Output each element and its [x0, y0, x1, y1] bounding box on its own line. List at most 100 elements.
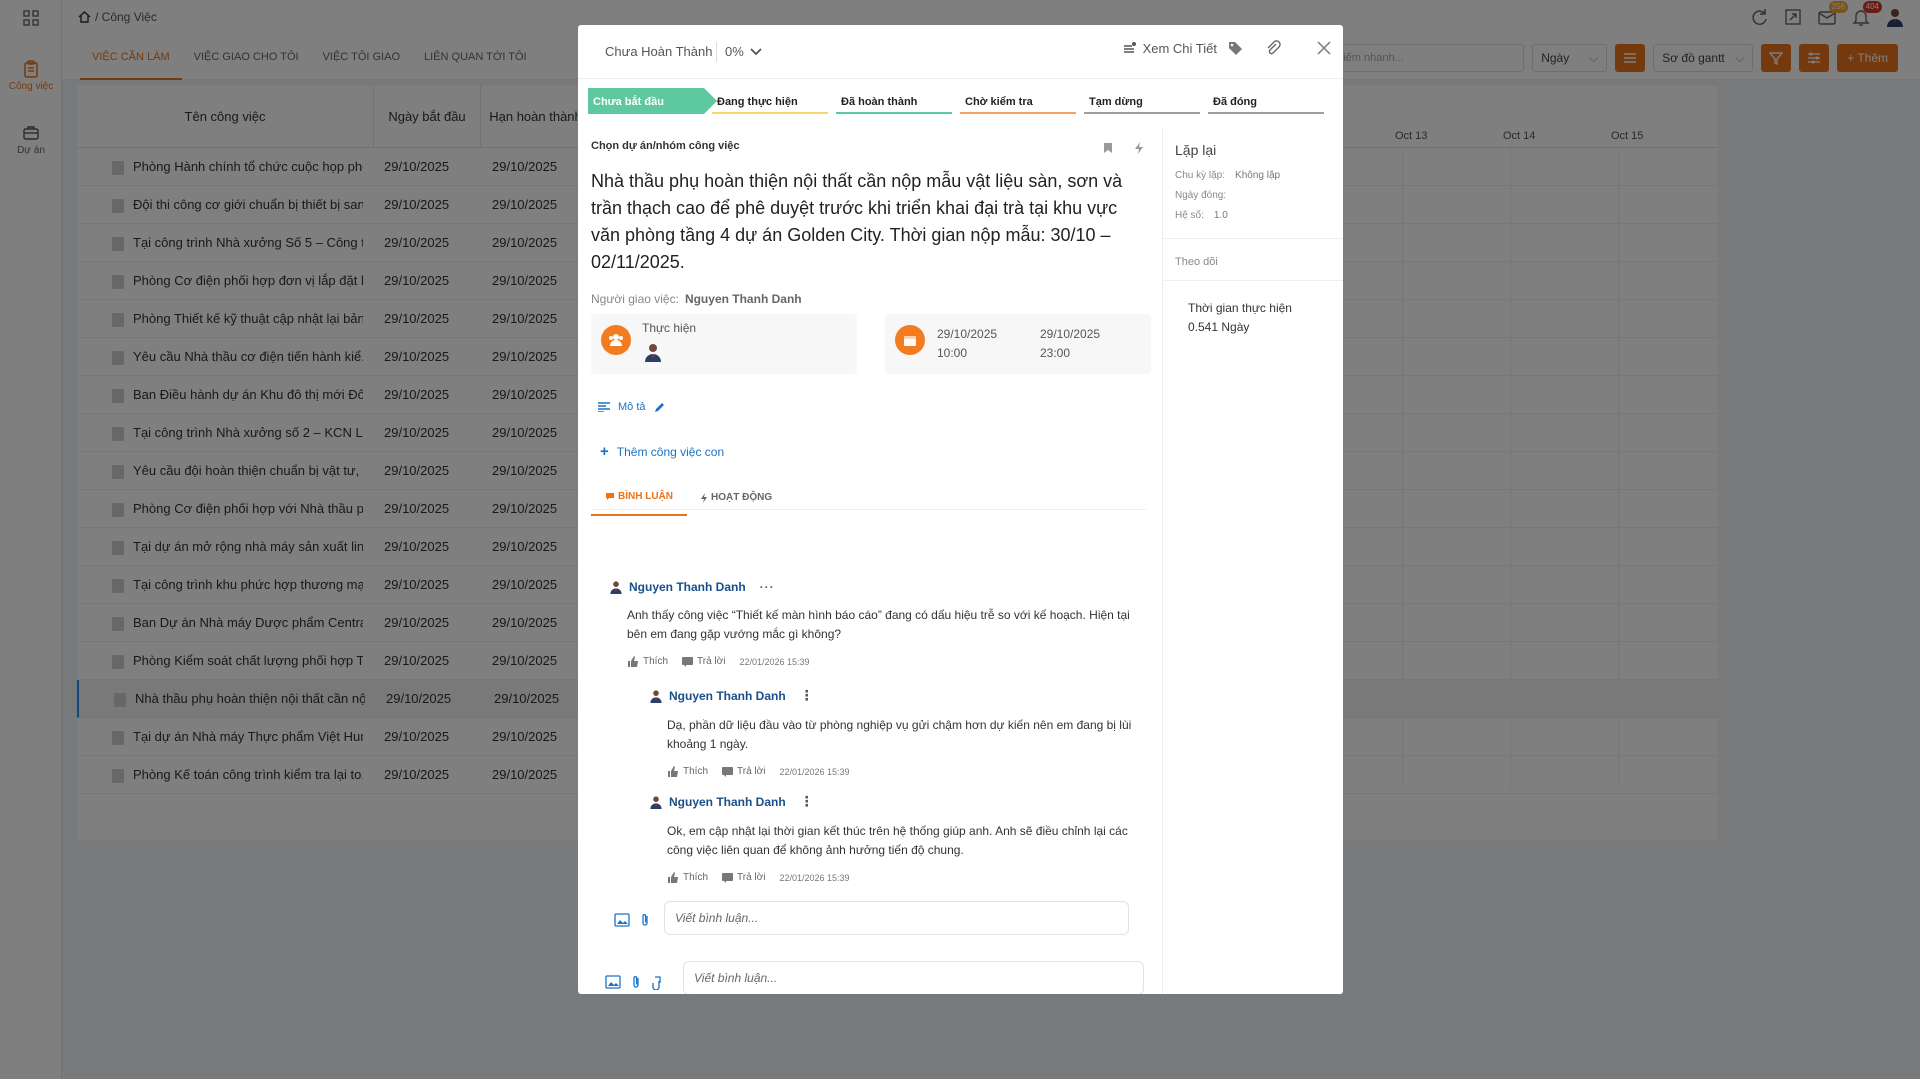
reply-button[interactable]: Trả lời	[722, 766, 765, 777]
comment-text: Anh thấy công việc “Thiết kế màn hình bá…	[627, 608, 1130, 641]
start-time: 10:00	[937, 346, 968, 360]
status-stages: Chưa bắt đầu Đang thực hiện Đã hoàn thàn…	[588, 88, 1324, 114]
comment-time: 22/01/2026 15:39	[739, 656, 810, 667]
comment-input-tools	[605, 974, 663, 990]
comment-actions: Thích Trả lời 22/01/2026 15:39	[667, 872, 1139, 883]
close-date[interactable]: Ngày đóng:	[1175, 190, 1226, 201]
reply-button[interactable]: Trả lời	[722, 872, 765, 883]
calendar-icon	[904, 336, 916, 346]
tab-comments-label: BÌNH LUẬN	[618, 491, 673, 502]
start-date: 29/10/2025	[937, 327, 998, 341]
stage-label: Chưa bắt đầu	[593, 96, 664, 108]
detail-list-icon	[1123, 42, 1136, 53]
stage-label: Chờ kiểm tra	[965, 96, 1033, 108]
reply-label: Trả lời	[737, 872, 766, 883]
percent-select[interactable]: 0%	[716, 42, 762, 62]
plus-icon: +	[600, 443, 609, 460]
assigner: Người giao việc: Nguyen Thanh Danh	[591, 292, 802, 306]
like-label: Thích	[643, 656, 669, 667]
like-button[interactable]: Thích	[667, 872, 708, 883]
repeat-cycle[interactable]: Chu kỳ lặp: Không lặp	[1175, 170, 1280, 181]
like-label: Thích	[683, 766, 709, 777]
paperclip-icon[interactable]	[640, 913, 650, 927]
calendar-icon-wrap	[895, 325, 925, 355]
chevron-down-icon	[750, 48, 762, 56]
reply-label: Trả lời	[737, 766, 766, 777]
comment-author[interactable]: Nguyen Thanh Danh	[669, 689, 786, 703]
reply-item: Nguyen Thanh Danh ⋮ Dạ, phần dữ liệu đầu…	[649, 687, 1139, 777]
stage-label: Đã đóng	[1213, 96, 1257, 108]
description-section[interactable]: Mô tả	[598, 401, 665, 413]
like-button[interactable]: Thích	[667, 766, 708, 777]
reply-button[interactable]: Trả lời	[682, 656, 725, 667]
stage-label: Đang thực hiện	[717, 96, 798, 108]
percent-value: 0%	[725, 44, 744, 59]
date-card[interactable]: 29/10/2025 10:00 29/10/2025 23:00	[885, 314, 1151, 374]
description-label: Mô tả	[618, 401, 646, 413]
project-picker[interactable]: Chọn dự án/nhóm công việc	[591, 140, 740, 152]
comment-author[interactable]: Nguyen Thanh Danh	[669, 795, 786, 809]
comment-time: 22/01/2026 15:39	[779, 766, 850, 777]
image-icon[interactable]	[614, 913, 630, 927]
kebab-menu-icon[interactable]: ⋮	[800, 687, 814, 704]
stage-closed[interactable]: Đã đóng	[1208, 88, 1324, 114]
author-avatar[interactable]	[649, 689, 663, 703]
tab-activity[interactable]: HOẠT ĐỘNG	[687, 479, 786, 516]
stage-label: Đã hoàn thành	[841, 96, 918, 108]
coefficient[interactable]: Hệ số: 1.0	[1175, 210, 1228, 221]
stage-review[interactable]: Chờ kiểm tra	[960, 88, 1076, 114]
performer-icon-wrap	[601, 325, 631, 355]
header-actions: Xem Chi Tiết	[1123, 39, 1333, 57]
duration: Thời gian thực hiện 0.541 Ngày	[1188, 299, 1292, 337]
view-detail-button[interactable]: Xem Chi Tiết	[1123, 41, 1217, 56]
more-options-icon[interactable]: ···	[760, 580, 775, 594]
image-icon[interactable]	[605, 975, 621, 989]
users-icon	[609, 334, 623, 346]
comment-input[interactable]: Viết bình luận...	[683, 961, 1144, 994]
comment-text: Ok, em cập nhật lại thời gian kết thúc t…	[667, 824, 1128, 857]
kebab-menu-icon[interactable]: ⋮	[800, 793, 814, 810]
reply-item: Nguyen Thanh Danh ⋮ Ok, em cập nhật lại …	[649, 793, 1139, 883]
bookmark-icon[interactable]	[1102, 142, 1114, 154]
paperclip-icon[interactable]	[1265, 40, 1281, 56]
tab-activity-label: HOẠT ĐỘNG	[711, 492, 773, 503]
coef-label: Hệ số:	[1175, 210, 1204, 221]
status-label[interactable]: Chưa Hoàn Thành	[605, 44, 712, 59]
end-time: 23:00	[1040, 346, 1071, 360]
comment-tabs: BÌNH LUẬN HOẠT ĐỘNG	[591, 479, 786, 516]
paperclip-icon[interactable]	[631, 975, 641, 989]
followers-label[interactable]: Theo dõi	[1175, 256, 1218, 268]
performer-label: Thực hiện	[642, 321, 697, 335]
stage-done[interactable]: Đã hoàn thành	[836, 88, 952, 114]
comment-icon	[606, 493, 614, 500]
comment-actions: Thích Trả lời 22/01/2026 15:39	[627, 656, 1139, 667]
stage-paused[interactable]: Tạm dừng	[1084, 88, 1200, 114]
thumbs-up-icon	[628, 656, 638, 667]
like-button[interactable]: Thích	[627, 656, 668, 667]
lightning-icon[interactable]	[1134, 142, 1144, 154]
stage-in-progress[interactable]: Đang thực hiện	[712, 88, 828, 114]
task-detail-modal: Chưa Hoàn Thành 0% Xem Chi Tiết Chưa bắt…	[578, 25, 1343, 994]
tag-icon[interactable]	[1227, 40, 1243, 56]
end-datetime: 29/10/2025 23:00	[1040, 325, 1100, 363]
reply-label: Trả lời	[697, 656, 726, 667]
add-subtask-button[interactable]: + Thêm công việc con	[600, 443, 724, 460]
comment-author[interactable]: Nguyen Thanh Danh	[629, 580, 746, 594]
title-actions	[1102, 142, 1144, 154]
close-icon[interactable]	[1315, 39, 1333, 57]
performer-avatar[interactable]	[643, 342, 663, 362]
performer-card[interactable]: Thực hiện	[591, 314, 857, 374]
assigner-name: Nguyen Thanh Danh	[684, 292, 802, 306]
modal-main: Chọn dự án/nhóm công việc Nhà thầu phụ h…	[578, 128, 1162, 994]
modal-header: Chưa Hoàn Thành 0% Xem Chi Tiết	[578, 25, 1343, 79]
author-avatar[interactable]	[609, 580, 623, 594]
duration-label: Thời gian thực hiện	[1188, 301, 1292, 315]
stage-not-started[interactable]: Chưa bắt đầu	[588, 88, 717, 114]
task-title[interactable]: Nhà thầu phụ hoàn thiện nội thất cần nộp…	[591, 168, 1146, 276]
reply-input[interactable]: Viết bình luận...	[664, 901, 1129, 935]
pencil-icon[interactable]	[654, 402, 665, 413]
reply-icon	[722, 872, 734, 883]
tab-comments[interactable]: BÌNH LUẬN	[591, 479, 687, 516]
author-avatar[interactable]	[649, 795, 663, 809]
link-attach-icon[interactable]	[651, 974, 663, 990]
